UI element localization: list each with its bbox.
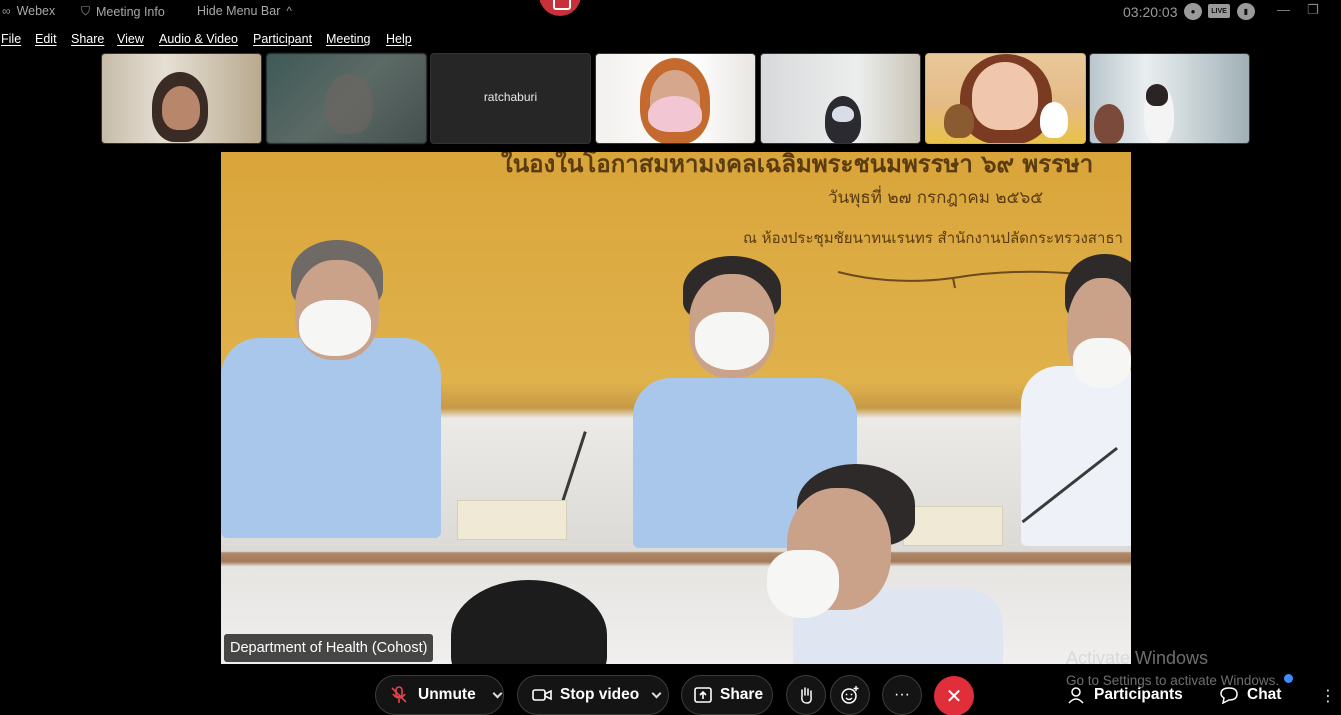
- chevron-down-icon[interactable]: [651, 688, 662, 698]
- restore-icon[interactable]: ❐: [1307, 2, 1319, 18]
- signal-stats-icon[interactable]: ▮: [1237, 3, 1255, 20]
- emoji-reaction-icon: [841, 686, 859, 704]
- reactions-button[interactable]: [830, 675, 870, 715]
- menu-help[interactable]: Help: [386, 32, 412, 46]
- participant-thumbnail[interactable]: [595, 53, 756, 144]
- person-foreground-mask: [767, 550, 839, 618]
- webex-logo-icon: ∞: [2, 4, 11, 18]
- participant-thumbnail[interactable]: [760, 53, 921, 144]
- chevron-down-icon[interactable]: [492, 688, 503, 698]
- participant-mask: [832, 106, 854, 122]
- app-title: ∞ Webex: [2, 4, 55, 18]
- person-left-mask: [299, 300, 371, 356]
- name-card: [903, 506, 1003, 546]
- record-status-icon[interactable]: ●: [1184, 3, 1202, 20]
- participants-icon: [1068, 687, 1084, 704]
- menu-file[interactable]: File: [1, 32, 21, 46]
- person-foreground-back-head: [451, 580, 607, 664]
- participants-button[interactable]: Participants: [1068, 686, 1183, 704]
- person-center-mask: [695, 312, 769, 370]
- participant-thumbnail[interactable]: ratchaburi: [430, 53, 591, 144]
- hide-menu-bar-button[interactable]: Hide Menu Bar ^: [197, 4, 292, 18]
- leave-meeting-button[interactable]: ✕: [934, 676, 974, 715]
- participant-mask: [648, 96, 702, 132]
- chat-notification-dot: [1284, 674, 1293, 683]
- unmute-label: Unmute: [418, 686, 476, 703]
- stop-video-label: Stop video: [560, 686, 640, 703]
- menu-share[interactable]: Share: [71, 32, 104, 46]
- close-icon: ✕: [945, 685, 963, 708]
- banner-line-1: ในองในโอกาสมหามงคลเฉลิมพระชนมพรรษา ๖๙ พร…: [501, 152, 1094, 178]
- menu-audio-video[interactable]: Audio & Video: [159, 32, 238, 46]
- shield-icon: ⛉: [81, 4, 91, 18]
- person-right-mask: [1073, 338, 1131, 388]
- person-left-shirt: [221, 338, 441, 538]
- banner-line-2: วันพุธที่ ๒๗ กรกฎาคม ๒๕๖๕: [828, 188, 1044, 208]
- participant-face: [972, 62, 1038, 130]
- live-badge[interactable]: LIVE: [1208, 4, 1230, 18]
- chat-more-icon[interactable]: ⋮: [1320, 686, 1336, 706]
- participant-thumbnail[interactable]: [101, 53, 262, 144]
- recording-camera-icon[interactable]: [539, 0, 581, 16]
- unmute-button[interactable]: Unmute: [375, 675, 504, 715]
- participant-hair: [1146, 84, 1168, 106]
- participant-figure: [1094, 104, 1124, 143]
- share-screen-icon: [694, 687, 712, 703]
- menu-edit[interactable]: Edit: [35, 32, 57, 46]
- chat-label: Chat: [1247, 686, 1282, 703]
- hide-menu-bar-label: Hide Menu Bar: [197, 4, 281, 18]
- more-options-button[interactable]: ···: [882, 675, 922, 715]
- participant-face: [162, 86, 200, 130]
- participant-thumbnail[interactable]: [1089, 53, 1250, 144]
- microphone: [561, 431, 587, 503]
- menu-view[interactable]: View: [117, 32, 144, 46]
- participant-figure: [325, 74, 373, 134]
- app-name: Webex: [16, 4, 56, 18]
- chevron-up-icon: ^: [286, 4, 293, 18]
- main-video-feed[interactable]: ในองในโอกาสมหามงคลเฉลิมพระชนมพรรษา ๖๙ พร…: [221, 152, 1131, 664]
- chat-button[interactable]: Chat: [1219, 686, 1281, 704]
- participant-thumbnail[interactable]: [925, 53, 1086, 144]
- muted-microphone-icon: [391, 686, 407, 703]
- sticker-bear-icon: [944, 104, 974, 138]
- title-bar: ∞ Webex ⛉ Meeting Info Hide Menu Bar ^ 0…: [0, 0, 1341, 24]
- banner-line-3: ณ ห้องประชุมชัยนาทนเรนทร สำนักงานปลัดกระ…: [743, 229, 1123, 247]
- meeting-info-label: Meeting Info: [96, 4, 165, 19]
- minimize-icon[interactable]: —: [1277, 2, 1290, 17]
- participant-name: ratchaburi: [483, 90, 538, 104]
- share-label: Share: [720, 686, 764, 703]
- raise-hand-icon: [801, 687, 812, 704]
- person-right-shirt: [1021, 366, 1131, 546]
- activate-windows-title: Activate Windows: [1066, 648, 1209, 668]
- more-options-icon: ···: [894, 686, 910, 703]
- video-camera-icon: [532, 689, 552, 701]
- raise-hand-button[interactable]: [786, 675, 826, 715]
- active-speaker-name: Department of Health (Cohost): [224, 634, 434, 662]
- meeting-clock: 03:20:03: [1123, 4, 1178, 20]
- banner-ornament: [837, 270, 1079, 289]
- menu-meeting[interactable]: Meeting: [326, 32, 370, 46]
- meeting-info-button[interactable]: ⛉ Meeting Info: [81, 4, 165, 19]
- participants-label: Participants: [1094, 686, 1183, 703]
- menu-participant[interactable]: Participant: [253, 32, 312, 46]
- chat-bubble-icon: [1220, 687, 1238, 704]
- sticker-bunny-icon: [1040, 102, 1068, 138]
- share-button[interactable]: Share: [681, 675, 773, 715]
- participant-thumbnail[interactable]: [266, 53, 427, 144]
- stop-video-button[interactable]: Stop video: [517, 675, 669, 715]
- name-card: [457, 500, 567, 540]
